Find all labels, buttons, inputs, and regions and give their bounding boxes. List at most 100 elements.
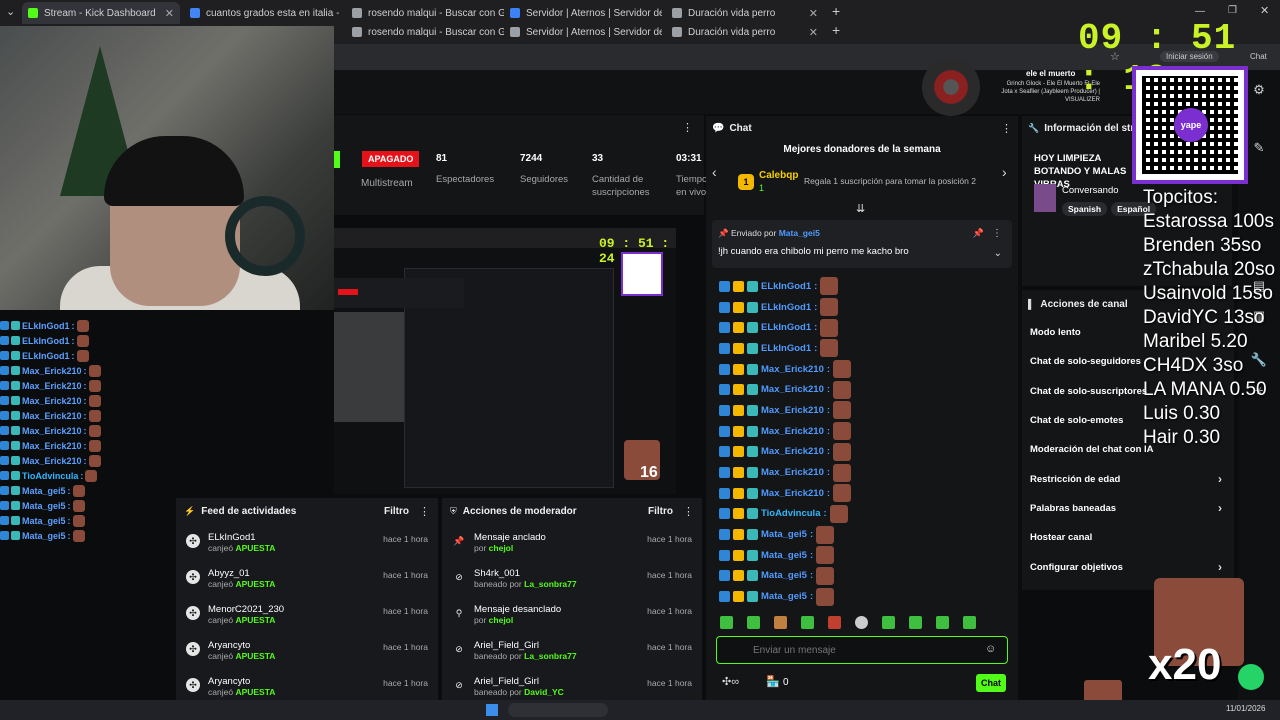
maximize-icon[interactable]: ❐ bbox=[1228, 5, 1237, 16]
chat-username[interactable]: Mata_gei5 bbox=[761, 570, 807, 581]
chat-message[interactable]: Max_Erick210: bbox=[706, 359, 1006, 380]
chat-username[interactable]: Mata_gei5 bbox=[761, 591, 807, 602]
chat-username[interactable]: Max_Erick210 bbox=[761, 488, 824, 499]
close-tab-icon[interactable]: ✕ bbox=[809, 7, 818, 20]
channel-action-item[interactable]: Hostear canal bbox=[1022, 523, 1234, 552]
close-tab-icon[interactable]: ✕ bbox=[809, 26, 818, 39]
scroll-down-icon[interactable]: ⇊ bbox=[856, 202, 865, 215]
chat-username[interactable]: ELkInGod1 bbox=[761, 322, 811, 333]
emoji-icon[interactable]: ☺ bbox=[985, 643, 996, 655]
chat-message[interactable]: Max_Erick210: bbox=[706, 462, 1006, 483]
mod-action-item[interactable]: ⊘ Sh4rk_001 baneado por La_sonbra77 hace 1 … bbox=[442, 564, 702, 600]
overlay-chat-user: Mata_gei5 bbox=[22, 530, 66, 541]
ban-icon: ⊘ bbox=[455, 680, 463, 690]
chat-username[interactable]: ELkInGod1 bbox=[761, 302, 811, 313]
activity-item[interactable]: ✣ ELkInGod1 canjeó APUESTA hace 1 hora bbox=[176, 528, 438, 564]
chat-message[interactable]: Mata_gei5: bbox=[706, 524, 1006, 545]
activity-desc: canjeó APUESTA bbox=[208, 543, 438, 553]
browser-tab[interactable]: Duración vida perro ✕ bbox=[666, 21, 824, 43]
feed-more-icon[interactable]: ⋮ bbox=[419, 505, 430, 518]
stream-tag[interactable]: Spanish bbox=[1062, 202, 1108, 216]
chat-message[interactable]: Mata_gei5: bbox=[706, 545, 1006, 566]
chat-message[interactable]: Mata_gei5: bbox=[706, 586, 1006, 607]
browser-tab[interactable]: Servidor | Aternos | Servidor de M✕ bbox=[504, 21, 662, 43]
chat-username[interactable]: Mata_gei5 bbox=[761, 529, 807, 540]
tab-label: Duración vida perro bbox=[688, 26, 776, 38]
sub-badge-icon bbox=[747, 404, 758, 416]
stats-more-icon[interactable]: ⋮ bbox=[682, 121, 693, 134]
stream-preview[interactable]: 09 : 51 : 24 16 bbox=[334, 228, 676, 494]
new-tab-button[interactable]: + bbox=[832, 3, 840, 19]
browser-tab[interactable]: rosendo malqui - Buscar con Goog✕ bbox=[346, 21, 504, 43]
chat-username[interactable]: TioAdvincula bbox=[761, 508, 820, 519]
feed-filter-button[interactable]: Filtro bbox=[384, 506, 409, 517]
chat-username[interactable]: Mata_gei5 bbox=[761, 550, 807, 561]
emote-bar[interactable] bbox=[720, 616, 1010, 632]
chat-username[interactable]: ELkInGod1 bbox=[761, 343, 811, 354]
activity-item[interactable]: ✣ MenorC2021_230 canjeó APUESTA hace 1 hora bbox=[176, 600, 438, 636]
browser-tab[interactable]: Stream - Kick Dashboard ✕ bbox=[22, 2, 180, 24]
mod-action-by: chejol bbox=[488, 543, 514, 553]
windows-start-icon[interactable] bbox=[486, 704, 498, 716]
taskbar-search[interactable] bbox=[508, 703, 608, 717]
channel-action-item[interactable]: Palabras baneadas › bbox=[1022, 494, 1234, 523]
send-chat-button[interactable]: Chat bbox=[976, 674, 1006, 692]
edit-icon[interactable]: ✎ bbox=[1250, 140, 1268, 158]
mod-action-time: hace 1 hora bbox=[647, 570, 692, 580]
mod-badge-icon bbox=[0, 426, 9, 435]
chat-message[interactable]: ELkInGod1: bbox=[706, 338, 1006, 359]
chat-username[interactable]: Max_Erick210 bbox=[761, 364, 824, 375]
chat-message[interactable]: Mata_gei5: bbox=[706, 566, 1006, 587]
chat-username[interactable]: Max_Erick210 bbox=[761, 384, 824, 395]
crown-badge-icon bbox=[733, 446, 744, 458]
crown-badge-icon bbox=[733, 591, 744, 603]
chat-message[interactable]: Max_Erick210: bbox=[706, 483, 1006, 504]
tab-list-icon[interactable]: ⌄ bbox=[6, 5, 15, 18]
prev-donor-arrow[interactable]: ‹ bbox=[712, 164, 717, 180]
close-window-icon[interactable]: ✕ bbox=[1260, 4, 1269, 17]
chat-message[interactable]: Max_Erick210: bbox=[706, 421, 1006, 442]
chat-username[interactable]: Max_Erick210 bbox=[761, 426, 824, 437]
topcito-entry: Luis 0.30 bbox=[1143, 403, 1221, 424]
pinned-more-icon[interactable]: ⋮ bbox=[992, 228, 1002, 239]
points-count: 0 bbox=[783, 677, 789, 688]
activity-item[interactable]: ✣ Abyyz_01 canjeó APUESTA hace 1 hora bbox=[176, 564, 438, 600]
chat-message[interactable]: ELkInGod1: bbox=[706, 317, 1006, 338]
category-name[interactable]: Conversando bbox=[1062, 185, 1119, 196]
close-tab-icon[interactable]: ✕ bbox=[165, 7, 174, 20]
tab-label: Duración vida perro bbox=[688, 7, 776, 19]
activity-item[interactable]: ✣ Aryancyto canjeó APUESTA hace 1 hora bbox=[176, 636, 438, 672]
chat-message[interactable]: Max_Erick210: bbox=[706, 379, 1006, 400]
top-donor-name[interactable]: Calebqp bbox=[759, 170, 798, 181]
unpin-icon[interactable]: 📌 bbox=[973, 228, 984, 239]
chat-username[interactable]: Max_Erick210 bbox=[761, 467, 824, 478]
minimize-icon[interactable]: — bbox=[1195, 6, 1205, 17]
mod-action-item[interactable]: ⚲ Mensaje desanclado por chejol hace 1 hora bbox=[442, 600, 702, 636]
mod-action-item[interactable]: ⊘ Ariel_Field_Girl baneado por La_sonbra77… bbox=[442, 636, 702, 672]
chat-username[interactable]: ELkInGod1 bbox=[761, 281, 811, 292]
expand-pinned-icon[interactable]: ⌄ bbox=[994, 248, 1002, 259]
mod-more-icon[interactable]: ⋮ bbox=[683, 505, 694, 518]
points-icon[interactable]: ✣∞ bbox=[722, 675, 739, 688]
chat-message[interactable]: ELkInGod1: bbox=[706, 276, 1006, 297]
chat-username[interactable]: Max_Erick210 bbox=[761, 405, 824, 416]
channel-action-item[interactable]: Restricción de edad › bbox=[1022, 464, 1234, 493]
mod-action-item[interactable]: 📌 Mensaje anclado por chejol hace 1 hora bbox=[442, 528, 702, 564]
chat-username[interactable]: Max_Erick210 bbox=[761, 446, 824, 457]
store-icon[interactable]: 🏪 bbox=[766, 675, 780, 688]
new-tab-button[interactable]: + bbox=[832, 22, 840, 38]
gift-prompt[interactable]: Regala 1 suscripción para tomar la posic… bbox=[804, 176, 976, 186]
chat-input[interactable] bbox=[716, 636, 1008, 664]
chat-message[interactable]: Max_Erick210: bbox=[706, 400, 1006, 421]
chat-message[interactable]: TioAdvincula: bbox=[706, 504, 1006, 525]
multistream-label[interactable]: Multistream bbox=[361, 178, 413, 189]
pinned-message[interactable]: 📌 Enviado por Mata_gei5 !jh cuando era c… bbox=[712, 220, 1012, 268]
face-emote bbox=[829, 504, 848, 523]
chat-more-icon[interactable]: ⋮ bbox=[1001, 122, 1012, 135]
chat-message[interactable]: ELkInGod1: bbox=[706, 297, 1006, 318]
activity-time: hace 1 hora bbox=[383, 678, 428, 688]
next-donor-arrow[interactable]: › bbox=[1002, 164, 1007, 180]
browser-tab[interactable]: cuantos grados esta en italia - Bus✕ bbox=[184, 2, 342, 24]
mod-filter-button[interactable]: Filtro bbox=[648, 506, 673, 517]
chat-message[interactable]: Max_Erick210: bbox=[706, 442, 1006, 463]
